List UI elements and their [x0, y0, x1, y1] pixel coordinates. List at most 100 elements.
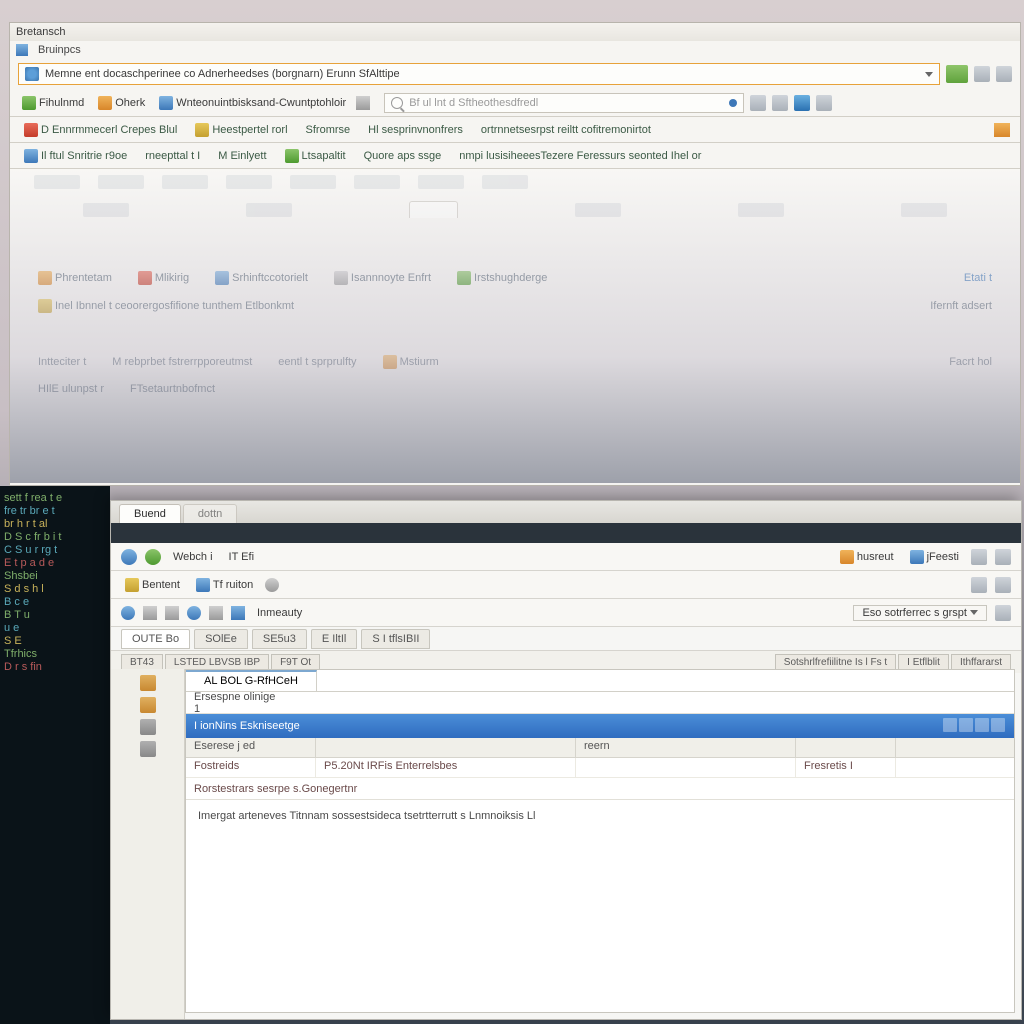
toolbar-button[interactable]: Bentent [121, 577, 184, 593]
refresh-icon[interactable] [145, 549, 161, 565]
tab-inner[interactable]: SOlEe [194, 629, 248, 649]
go-button[interactable] [946, 65, 968, 83]
browser-titlebar[interactable]: Bretansch [10, 23, 1020, 41]
col-header[interactable]: reern [576, 738, 796, 757]
bookmark-item[interactable]: Heestpertel rorl [191, 122, 291, 138]
address-bar[interactable]: Memne ent docaschperinee co Adnerheedses… [18, 63, 940, 85]
toolbar-button[interactable]: Webch i [169, 550, 217, 564]
toolbar-button[interactable]: Oherk [94, 95, 149, 111]
tool-icon[interactable] [772, 95, 788, 111]
page-link[interactable]: Mstiurm [379, 354, 443, 370]
tool-icon[interactable] [995, 605, 1011, 621]
link-icon [138, 271, 152, 285]
db-tab[interactable]: I Etflblit [898, 654, 949, 671]
link-icon [457, 271, 471, 285]
search-box[interactable]: Bf ul lnt d Sftheothesdfredl [384, 93, 744, 113]
search-engine-icon[interactable] [729, 99, 737, 107]
db-tab[interactable]: LSTED LBVSB IBP [165, 654, 269, 671]
bookmark-item[interactable]: Hl sesprinvnonfrers [364, 123, 467, 137]
page-link[interactable]: Mlikirig [134, 270, 193, 286]
toolbar-button[interactable]: Wnteonuintbisksand-Cwuntptohloir [155, 95, 350, 111]
page-action[interactable]: Etati t [960, 271, 996, 285]
page-link[interactable]: Srhinftccotorielt [211, 270, 312, 286]
tree-folder-icon[interactable] [140, 697, 156, 713]
menu-item[interactable]: Bruinpcs [38, 44, 81, 56]
tool-icon[interactable] [971, 577, 987, 593]
sheet-tab[interactable]: AL BOL G-RfHCeH [186, 670, 317, 691]
globe-icon[interactable] [121, 606, 135, 620]
db-tab[interactable]: BT43 [121, 654, 163, 671]
tool-icon[interactable] [165, 606, 179, 620]
bookmark-item[interactable]: Sfromrse [302, 123, 355, 137]
db-tab[interactable]: Ithffararst [951, 654, 1011, 671]
tool-icon[interactable] [231, 606, 245, 620]
doc-icon [196, 578, 210, 592]
col-header[interactable]: Eserese j ed [186, 738, 316, 757]
page-link[interactable]: eentl t sprprulfty [274, 355, 360, 369]
grid-row[interactable]: Fostreids P5.20Nt IRFis Enterrelsbes Fre… [186, 758, 1014, 778]
page-action[interactable]: Facrt hol [945, 355, 996, 369]
page-link[interactable]: Intteciter t [34, 355, 90, 369]
bookmark-item[interactable]: nmpi lusisiheeesTezere Feressurs seonted… [455, 149, 705, 163]
toolbar-button[interactable]: IT Efi [225, 550, 258, 564]
tree-item-icon[interactable] [140, 741, 156, 757]
tab-outer[interactable]: Buend [119, 504, 181, 523]
tool-icon[interactable] [816, 95, 832, 111]
page-link[interactable]: Phrentetam [34, 270, 116, 286]
page-link[interactable]: HIlE ulunpst r [34, 382, 108, 396]
globe-icon[interactable] [794, 95, 810, 111]
tool-icon[interactable] [971, 549, 987, 565]
bookmark-item[interactable]: Il ftul Snritrie r9oe [20, 148, 131, 164]
tool-icon[interactable] [750, 95, 766, 111]
page-action[interactable]: Ifernft adsert [926, 299, 996, 313]
tool-icon[interactable] [209, 606, 223, 620]
bookmark-item[interactable]: M Einlyett [214, 149, 270, 163]
bookmark-item[interactable]: rneepttal t I [141, 149, 204, 163]
page-link[interactable]: Isannnoyte Enfrt [330, 270, 435, 286]
tree-item-icon[interactable] [140, 719, 156, 735]
page-link[interactable]: Inel Ibnnel t ceoorergosfifione tunthem … [34, 298, 298, 314]
refresh-icon[interactable] [974, 66, 990, 82]
tool-icon[interactable] [995, 577, 1011, 593]
editor-sidebar[interactable] [111, 669, 185, 1019]
address-dropdown-icon[interactable] [925, 72, 933, 77]
toolbar-button[interactable]: husreut [836, 549, 898, 565]
db-tab[interactable]: Sotshrlfrefiilitne Is l Fs t [775, 654, 896, 671]
folder-icon[interactable] [994, 123, 1010, 137]
toolbar-button[interactable]: jFeesti [906, 549, 963, 565]
browser-menubar[interactable]: Bruinpcs [10, 41, 1020, 59]
selected-record[interactable]: I ionNins Eskniseetge [186, 714, 1014, 738]
tool-icon[interactable] [995, 549, 1011, 565]
tree-folder-icon[interactable] [140, 675, 156, 691]
bookmark-item[interactable]: Quore aps ssge [360, 149, 446, 163]
tab-inner[interactable]: SE5u3 [252, 629, 307, 649]
content-tab[interactable] [409, 201, 458, 218]
site-icon [25, 67, 39, 81]
tab-outer[interactable]: dottn [183, 504, 237, 523]
tab-inner[interactable]: E IltIl [311, 629, 357, 649]
tab-inner[interactable]: S I tflsIBII [361, 629, 430, 649]
toolbar-button[interactable]: Inmeauty [253, 606, 306, 620]
tab-inner[interactable]: OUTE Bo [121, 629, 190, 649]
grid-header: Eserese j ed reern [186, 738, 1014, 758]
toolbar-button[interactable]: Fihulnmd [18, 95, 88, 111]
editor-toolbar-1: Webch i IT Efi husreut jFeesti [111, 543, 1021, 571]
tool-icon[interactable] [143, 606, 157, 620]
separator-icon [356, 96, 370, 110]
page-link[interactable]: FTsetaurtnbofmct [126, 382, 219, 396]
toolbar-button[interactable]: Tf ruiton [192, 577, 257, 593]
row-action-icons[interactable] [942, 718, 1006, 735]
home-icon[interactable] [996, 66, 1012, 82]
bookmark-item[interactable]: ortrnnetsesrpst reiltt cofitremonirtot [477, 123, 655, 137]
page-link[interactable]: Irstshughderge [453, 270, 551, 286]
bookmark-item[interactable]: Ltsapaltit [281, 148, 350, 164]
record-body[interactable]: Imergat arteneves Titnnam sossestsideca … [186, 800, 1014, 1012]
stop-icon[interactable] [265, 578, 279, 592]
col-header[interactable] [796, 738, 896, 757]
globe-icon[interactable] [187, 606, 201, 620]
combo-box[interactable]: Eso sotrferrec s grspt [853, 605, 987, 621]
bookmark-item[interactable]: D Ennrmmecerl Crepes Blul [20, 122, 181, 138]
col-header[interactable] [316, 738, 576, 757]
page-link[interactable]: M rebprbet fstrerrpporeutmst [108, 355, 256, 369]
db-tab[interactable]: F9T Ot [271, 654, 320, 671]
